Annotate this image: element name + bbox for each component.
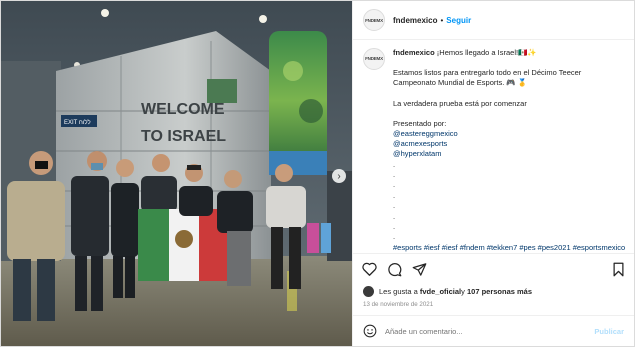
comment-input[interactable] [385,326,595,336]
avatar[interactable]: FNDEMX [363,9,385,31]
dot-line: . [393,201,396,211]
dot-line: . [393,159,396,169]
dot-line: . [393,180,396,190]
caption-body: fndemexico ¡Hemos llegado a Israel!🇲🇽✨ E… [393,48,625,253]
welcome-sign-line2: TO ISRAEL [141,128,226,145]
bookmark-icon[interactable] [610,261,626,277]
comment-box: Publicar [353,315,634,346]
next-image-button[interactable]: › [332,169,346,183]
dot-line: . [393,221,396,231]
caption-dots: . . . . . . . . [393,160,625,243]
post-sidebar: FNDEMX fndemexico • Seguir FNDEMX fndeme… [352,1,634,346]
airport-photo: WELCOME TO ISRAEL EXIT ללוח [1,1,352,346]
caption-intro: ¡Hemos llegado a Israel!🇲🇽✨ [436,48,537,57]
username[interactable]: fndemexico [393,16,437,25]
instagram-post: WELCOME TO ISRAEL EXIT ללוח › FNDEMX fnd… [0,0,635,347]
presented-by: Presentado por: [393,118,447,128]
dot-line: . [393,170,396,180]
separator-dot: • [440,15,444,25]
post-caption: FNDEMX fndemexico ¡Hemos llegado a Israe… [353,40,634,253]
likes-count[interactable]: 107 personas más [467,287,532,296]
hashtags[interactable]: #esports #iesf #iesf #fndem #tekken7 #pe… [393,243,625,253]
post-photo[interactable]: WELCOME TO ISRAEL EXIT ללוח › [1,1,352,346]
welcome-sign-line1: WELCOME [141,101,225,118]
caption-text: Estamos listos para entregarlo todo en e… [393,68,582,88]
share-icon[interactable] [411,261,427,277]
mention-link[interactable]: @acmexesports [393,139,625,149]
dot-line: . [393,190,396,200]
mention-link[interactable]: @hyperxlatam [393,149,625,159]
caption-avatar-text: FNDEMX [365,55,383,61]
post-date[interactable]: 13 de noviembre de 2021 [353,298,634,315]
exit-sign: EXIT ללוח [64,118,91,126]
emoji-icon[interactable] [363,324,377,338]
dot-line: . [393,232,396,242]
heart-icon[interactable] [361,261,377,277]
eagle-emblem-icon [175,230,193,248]
liker-username[interactable]: fvde_oficial [420,287,461,296]
avatar-text: FNDEMX [365,17,383,23]
mention-link[interactable]: @eastereggmexico [393,129,625,139]
action-bar [353,253,634,284]
follow-button[interactable]: Seguir [446,16,471,25]
caption-avatar[interactable]: FNDEMX [363,48,385,70]
likes-summary: Les gusta a fvde_oficial y 107 personas … [353,284,634,298]
caption-username[interactable]: fndemexico [393,48,435,57]
comment-icon[interactable] [386,261,402,277]
likes-middle: y [461,286,465,296]
dot-line: . [393,211,396,221]
publish-button[interactable]: Publicar [594,327,624,336]
liker-avatar[interactable] [363,285,374,297]
caption-challenge: La verdadera prueba está por comenzar [393,98,527,108]
post-header: FNDEMX fndemexico • Seguir [353,1,634,40]
likes-prefix: Les gusta a [379,286,418,296]
